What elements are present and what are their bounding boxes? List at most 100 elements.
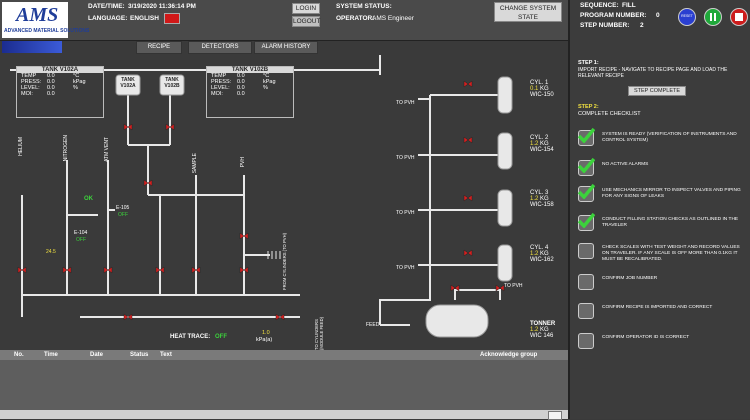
checklist-checkbox-3[interactable] <box>577 183 595 202</box>
tank-b-moi-value: 0.0 <box>237 91 245 97</box>
alarm-col-acknowledge-group: Acknowledge group <box>480 352 538 358</box>
alarm-table-header: No. Time Date Status Text Acknowledge gr… <box>0 350 568 360</box>
cyl-3-wic: WIC-158 <box>530 202 554 208</box>
stop-button[interactable] <box>730 8 748 26</box>
cyl-1-to-pvh: TO PVH <box>396 100 415 106</box>
flow-value: 1.0 <box>262 330 270 336</box>
step-complete-button[interactable]: STEP COMPLETE <box>628 86 686 96</box>
cylinder-1-readout: CYL. 1 0.1 KG WIC-150 <box>530 80 554 98</box>
e105-label: E-105 <box>116 205 130 211</box>
checklist-item-label-5: CHECK SCALES WITH TEST WEIGHT AND RECORD… <box>602 245 740 262</box>
tonner-readout: TONNER 1.2 KG WIC 146 <box>530 321 555 339</box>
operator-value: AMS Engineer <box>372 15 414 22</box>
checklist-checkbox-5[interactable] <box>578 243 594 259</box>
language-value: ENGLISH <box>130 15 159 22</box>
datetime-label: DATE/TIME: <box>88 3 125 10</box>
e104-value: 24.5 <box>46 249 56 255</box>
checklist-item-label-3: USE MECHANICS MIRROR TO INSPECT VALVES A… <box>602 188 741 199</box>
language-flag-button[interactable] <box>164 13 180 24</box>
tank-b-moi-unit <box>263 91 289 97</box>
heat-trace-state: OFF <box>215 334 227 340</box>
cyl-3-to-pvh: TO PVH <box>396 210 415 216</box>
change-system-state-button[interactable]: CHANGE SYSTEM STATE <box>494 2 562 22</box>
tank-v102b-panel: TANK V102B TEMP 0.0 °C PRESS: 0.0 kPag LEVEL… <box>206 66 294 118</box>
cylinder-4-readout: CYL. 4 1.2 KG WIC-162 <box>530 245 554 263</box>
operator-label: OPERATOR: <box>336 15 375 22</box>
cyl-4-to-pvh: TO PVH <box>396 265 415 271</box>
alarm-col-text: Text <box>160 352 172 358</box>
process-schematic: TANK V102A TEMP 0.0 °C PRESS: 0.0 kPag LEVEL… <box>0 55 568 350</box>
checklist-item-label-8: CONFIRM OPERATOR ID IS CORRECT <box>602 335 690 340</box>
alarm-col-time: Time <box>44 352 58 358</box>
step-2-title: STEP 2: <box>578 104 599 110</box>
checklist-checkbox-2[interactable] <box>577 157 595 176</box>
checklist-item-label-4: CONDUCT FILLING STATION CHECKS AS OUTLIN… <box>602 217 739 228</box>
logo-text: AMS <box>16 4 59 26</box>
line-sample-label: SAMPLE <box>192 153 198 174</box>
step-number-value: 2 <box>640 22 644 29</box>
step-1-text: IMPORT RECIPE - NAVIGATE TO RECIPE PAGE … <box>578 67 728 79</box>
program-number-label: PROGRAM NUMBER: <box>580 12 647 19</box>
program-number-value: 0 <box>656 12 660 19</box>
line-pvh-label: PVH <box>240 157 246 168</box>
line-nitrogen-label: NITROGEN <box>63 135 69 162</box>
step-1-title: STEP 1: <box>578 60 599 66</box>
stop-icon <box>735 13 743 21</box>
tab-recipe[interactable]: RECIPE <box>136 41 182 54</box>
checklist-item-label-2: NO ACTIVE ALARMS <box>602 162 649 167</box>
tab-alarm-history[interactable]: ALARM HISTORY <box>254 41 318 54</box>
system-status-label: SYSTEM STATUS: <box>336 3 392 10</box>
cyl-4-wic: WIC-162 <box>530 257 554 263</box>
tank-v102a-panel: TANK V102A TEMP 0.0 °C PRESS: 0.0 kPag LEVEL… <box>16 66 104 118</box>
checkmark-icon <box>577 183 595 199</box>
login-button[interactable]: LOGIN <box>292 3 320 14</box>
e104-state: OFF <box>76 237 86 243</box>
checklist-checkbox-7[interactable] <box>578 303 594 319</box>
step-2-text: COMPLETE CHECKLIST <box>578 111 641 117</box>
progress-bar <box>2 41 62 53</box>
tank-v102b-icon-label: TANK V102B <box>164 77 180 89</box>
sequence-value: FILL <box>622 2 636 9</box>
sequence-label: SEQUENCE: <box>580 2 619 9</box>
tonner-to-pvh: TO PVH <box>504 283 523 289</box>
reset-button[interactable]: RESET <box>678 8 696 26</box>
line-helium-label: HELIUM <box>18 137 24 156</box>
alarm-table-body[interactable] <box>0 360 568 410</box>
logout-button[interactable]: LOGOUT <box>292 16 320 27</box>
checkmark-icon <box>577 212 595 228</box>
tank-b-moi-label: MOI: <box>211 91 223 97</box>
header-bar: AMS ADVANCED MATERIAL SOLUTIONS DATE/TIM… <box>0 0 568 41</box>
pause-button[interactable] <box>704 8 722 26</box>
checklist-checkbox-4[interactable] <box>577 212 595 231</box>
from-cylinders-label: FROM CYLINDERS (TO PVH) <box>282 233 287 290</box>
logo-subtext: ADVANCED MATERIAL SOLUTIONS <box>4 28 90 34</box>
checkmark-icon <box>577 127 595 143</box>
pause-icon-bar <box>714 13 716 21</box>
sequence-panel: SEQUENCE: FILL PROGRAM NUMBER: 0 STEP NU… <box>568 0 750 419</box>
to-cylinders-label: TO CYLINDERS (MODULE FEED) <box>314 316 324 350</box>
pause-icon <box>710 13 712 21</box>
checklist-checkbox-6[interactable] <box>578 274 594 290</box>
company-logo: AMS ADVANCED MATERIAL SOLUTIONS <box>2 2 89 38</box>
cylinder-2-readout: CYL. 2 1.2 KG WIC-154 <box>530 135 554 153</box>
checklist-item-label-6: CONFIRM JOB NUMBER <box>602 276 658 281</box>
checklist-checkbox-8[interactable] <box>578 333 594 349</box>
e104-label: E-104 <box>74 230 88 236</box>
line-atm-vent-label: ATM VENT <box>104 137 110 162</box>
checklist-item-label-7: CONFIRM RECIPE IS IMPORTED AND CORRECT <box>602 305 713 310</box>
tank-a-moi-value: 0.0 <box>47 91 55 97</box>
ok-indicator: OK <box>84 196 93 202</box>
heat-trace-label: HEAT TRACE: <box>170 334 211 340</box>
tab-detectors[interactable]: DETECTORS <box>188 41 252 54</box>
alarm-col-no: No. <box>14 352 24 358</box>
datetime-value: 3/19/2020 11:36:14 PM <box>128 3 196 10</box>
checklist-item-label-1: SYSTEM IS READY (VERIFICATION OF INSTRUM… <box>602 132 737 143</box>
tonner-feed-label: FEED <box>366 322 380 328</box>
tonner-wic: WIC 146 <box>530 333 554 339</box>
flow-unit: kPa(a) <box>256 337 273 343</box>
alarm-table-toolbar <box>0 410 568 420</box>
checklist-checkbox-1[interactable] <box>577 127 595 146</box>
cyl-2-wic: WIC-154 <box>530 147 554 153</box>
alarm-col-status: Status <box>130 352 149 358</box>
cyl-2-to-pvh: TO PVH <box>396 155 415 161</box>
